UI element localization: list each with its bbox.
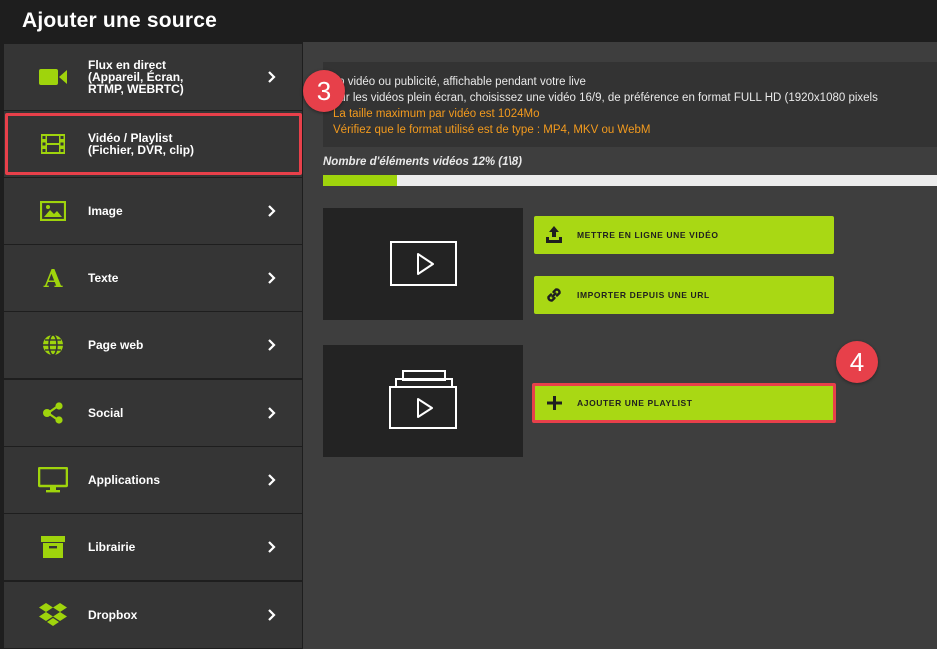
film-icon <box>38 129 68 159</box>
svg-text:A: A <box>43 266 63 290</box>
monitor-icon <box>38 465 68 495</box>
step-badge-3: 3 <box>303 70 345 112</box>
play-icon <box>390 241 457 286</box>
video-count-progress-bar <box>323 175 937 186</box>
sidebar-item-social[interactable]: Social <box>4 380 302 446</box>
upload-video-label: METTRE EN LIGNE UNE VIDÉO <box>577 230 719 240</box>
dialog-title: Ajouter une source <box>22 9 217 32</box>
add-playlist-label: AJOUTER UNE PLAYLIST <box>577 398 693 408</box>
progress-fill <box>323 175 397 186</box>
sidebar-item-image[interactable]: Image <box>4 178 302 244</box>
sidebar-item-applications[interactable]: Applications <box>4 447 302 513</box>
chevron-right-icon <box>268 272 276 284</box>
playlist-thumbnail <box>323 345 523 457</box>
sidebar-item-label: Image <box>88 204 123 218</box>
info-line-format: our les vidéos plein écran, choisissez u… <box>333 92 878 104</box>
info-line-max-size: La taille maximum par vidéo est 1024Mo <box>333 108 540 120</box>
sidebar-item-live-stream[interactable]: Flux en direct (Appareil, Écran, RTMP, W… <box>4 44 302 110</box>
sidebar-item-label: Vidéo / Playlist (Fichier, DVR, clip) <box>88 131 195 157</box>
chevron-right-icon <box>268 339 276 351</box>
upload-video-button[interactable]: METTRE EN LIGNE UNE VIDÉO <box>534 216 834 254</box>
globe-icon <box>38 330 68 360</box>
text-icon: A <box>38 263 68 293</box>
sidebar-item-text[interactable]: A Texte <box>4 245 302 311</box>
info-line-description: lip vidéo ou publicité, affichable penda… <box>333 76 586 88</box>
chevron-right-icon <box>268 541 276 553</box>
video-count-label: Nombre d'éléments vidéos 12% (1\8) <box>323 156 522 168</box>
archive-icon <box>38 532 68 562</box>
add-playlist-button[interactable]: AJOUTER UNE PLAYLIST <box>534 384 834 422</box>
import-url-label: IMPORTER DEPUIS UNE URL <box>577 290 710 300</box>
share-icon <box>38 398 68 428</box>
dropbox-icon <box>38 600 68 630</box>
sidebar-item-dropbox[interactable]: Dropbox <box>4 582 302 648</box>
image-icon <box>38 196 68 226</box>
chevron-right-icon <box>268 609 276 621</box>
camera-icon <box>38 62 68 92</box>
step-badge-4: 4 <box>836 341 878 383</box>
info-line-file-types: Vérifiez que le format utilisé est de ty… <box>333 124 651 136</box>
link-icon <box>547 288 561 302</box>
chevron-right-icon <box>268 407 276 419</box>
dialog-header: Ajouter une source <box>0 0 937 42</box>
info-box: lip vidéo ou publicité, affichable penda… <box>323 62 937 147</box>
chevron-right-icon <box>268 205 276 217</box>
sidebar-item-label: Librairie <box>88 540 136 554</box>
sidebar-item-label: Social <box>88 406 124 420</box>
sidebar-item-web-page[interactable]: Page web <box>4 312 302 378</box>
playlist-stack-icon <box>389 370 457 429</box>
import-url-button[interactable]: IMPORTER DEPUIS UNE URL <box>534 276 834 314</box>
video-thumbnail <box>323 208 523 320</box>
upload-icon <box>546 226 562 243</box>
sidebar-item-label: Dropbox <box>88 608 138 622</box>
chevron-right-icon <box>268 474 276 486</box>
plus-icon <box>547 396 562 410</box>
sidebar-item-label: Texte <box>88 271 119 285</box>
chevron-right-icon <box>268 71 276 83</box>
sidebar-item-video-playlist[interactable]: Vidéo / Playlist (Fichier, DVR, clip) <box>4 111 302 177</box>
sidebar-item-label: Flux en direct (Appareil, Écran, RTMP, W… <box>88 58 184 96</box>
sidebar-item-label: Applications <box>88 473 161 487</box>
source-type-sidebar: Flux en direct (Appareil, Écran, RTMP, W… <box>4 44 302 649</box>
sidebar-item-label: Page web <box>88 338 144 352</box>
sidebar-item-library[interactable]: Librairie <box>4 514 302 580</box>
